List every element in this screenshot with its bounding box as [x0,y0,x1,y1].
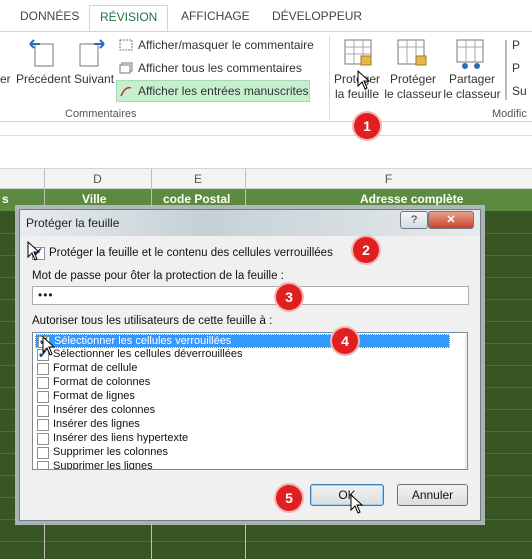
step-marker-4: 4 [332,328,358,354]
list-item-label: Supprimer les lignes [53,460,153,470]
list-item-label: Supprimer les colonnes [53,446,168,458]
partial-button-label[interactable]: er [0,72,11,86]
share-workbook-label-2: le classeur [443,87,501,101]
list-item[interactable]: Insérer des liens hypertexte [35,432,450,446]
mouse-cursor-icon [350,494,364,514]
column-header-e[interactable]: E [151,172,245,186]
list-item-checkbox[interactable] [37,461,49,469]
show-ink-button[interactable]: Afficher les entrées manuscrites [138,84,309,98]
previous-comment-icon[interactable] [26,38,58,68]
show-all-comments-button[interactable]: Afficher tous les commentaires [138,61,302,75]
mouse-cursor-icon [27,241,41,261]
list-item-label: Format de lignes [53,390,135,402]
protect-sheet-dialog: Protéger la feuille ? ✕ Protéger la feui… [19,209,481,521]
step-marker-1: 1 [354,113,380,139]
ribbon-tab-bar: DONNÉES RÉVISION AFFICHAGE DÉVELOPPEUR [0,0,532,33]
header-cell-ville[interactable]: Ville [82,192,106,206]
dialog-title-bar[interactable]: Protéger la feuille ? ✕ [20,210,480,236]
list-item-checkbox[interactable] [37,433,49,445]
step-marker-2: 2 [353,237,379,263]
header-cell-adresse[interactable]: Adresse complète [360,192,463,206]
list-item[interactable]: Sélectionner les cellules déverrouillées [35,347,450,362]
show-hide-comment-icon [119,39,133,51]
protect-share-partial[interactable]: P [512,38,520,52]
list-item-checkbox[interactable] [37,377,49,389]
column-header-f[interactable]: F [245,172,532,186]
tab-donnees[interactable]: DONNÉES [20,9,79,23]
list-item-checkbox[interactable] [37,419,49,431]
list-item[interactable]: Format de lignes [35,390,450,404]
protect-sheet-checkbox-label: Protéger la feuille et le contenu des ce… [49,247,333,259]
permissions-list[interactable]: Sélectionner les cellules verrouillées S… [32,332,468,470]
small-command-icons [505,40,511,100]
previous-comment-button[interactable]: Précédent [16,72,71,86]
share-workbook-icon[interactable] [455,38,489,70]
protect-workbook-label-2: le classeur [384,87,442,101]
header-cell-partial[interactable]: s [2,192,9,206]
list-item-checkbox[interactable] [37,447,49,459]
list-item-checkbox[interactable] [37,405,49,417]
list-item-label: Insérer des colonnes [53,404,156,416]
list-item-label: Format de colonnes [53,376,151,388]
protect-workbook-label-1: Protéger [389,72,437,86]
mouse-cursor-icon [357,70,371,90]
ribbon-panel: er Précédent Suivant Afficher/masquer le… [0,31,532,122]
group-label-comments: Commentaires [65,108,137,120]
track-changes-partial[interactable]: Su [512,84,527,98]
tab-revision[interactable]: RÉVISION [89,5,169,33]
share-workbook-button[interactable]: Partager le classeur [443,72,501,102]
list-item-label: Sélectionner les cellules verrouillées [54,335,232,347]
ink-icon [119,84,133,98]
cancel-button[interactable]: Annuler [397,484,468,506]
group-label-changes: Modific [492,108,527,120]
list-item[interactable]: Insérer des colonnes [35,404,450,418]
list-scrollbar[interactable]: ▲ ▼ [465,334,467,469]
next-comment-icon[interactable] [76,38,108,68]
dialog-title: Protéger la feuille [26,216,120,230]
step-marker-5: 5 [276,485,302,511]
list-item[interactable]: Supprimer les colonnes [35,446,450,460]
allow-users-label: Autoriser tous les utilisateurs de cette… [32,315,273,327]
help-button[interactable]: ? [400,211,428,229]
password-label: Mot de passe pour ôter la protection de … [32,270,284,282]
protect-workbook-button[interactable]: Protéger le classeur [384,72,442,102]
formula-divider [0,135,532,136]
list-item-label: Format de cellule [53,362,138,374]
allow-ranges-partial[interactable]: P [512,61,520,75]
next-comment-button[interactable]: Suivant [74,72,114,86]
protect-sheet-icon[interactable] [343,38,375,70]
column-header-bar: D E F [0,169,532,189]
list-item-label: Sélectionner les cellules déverrouillées [53,348,243,360]
list-item-label: Insérer des liens hypertexte [53,432,189,444]
share-workbook-label-1: Partager [448,72,496,86]
list-item-checkbox[interactable] [37,391,49,403]
list-item[interactable]: Format de colonnes [35,376,450,390]
list-item[interactable]: Format de cellule [35,362,450,376]
show-all-comments-icon [119,62,133,74]
row-line [0,541,532,542]
list-item[interactable]: Insérer des lignes [35,418,450,432]
column-header-d[interactable]: D [44,172,151,186]
list-item-label: Insérer des lignes [53,418,140,430]
protect-workbook-icon[interactable] [396,38,430,70]
group-separator [329,36,330,120]
list-item-checkbox[interactable] [37,363,49,375]
ok-button[interactable]: OK [310,484,384,506]
tab-developpeur[interactable]: DÉVELOPPEUR [272,9,362,23]
password-input[interactable]: ••• [32,286,469,305]
mouse-cursor-icon [42,336,56,356]
show-hide-comment-button[interactable]: Afficher/masquer le commentaire [138,38,314,52]
formula-bar-area [0,123,532,169]
list-item[interactable]: Sélectionner les cellules verrouillées [35,334,450,348]
tab-affichage[interactable]: AFFICHAGE [181,9,250,23]
list-item[interactable]: Supprimer les lignes [35,460,450,470]
header-cell-code-postal[interactable]: code Postal [163,192,230,206]
step-marker-3: 3 [276,284,302,310]
close-button[interactable]: ✕ [428,211,474,229]
